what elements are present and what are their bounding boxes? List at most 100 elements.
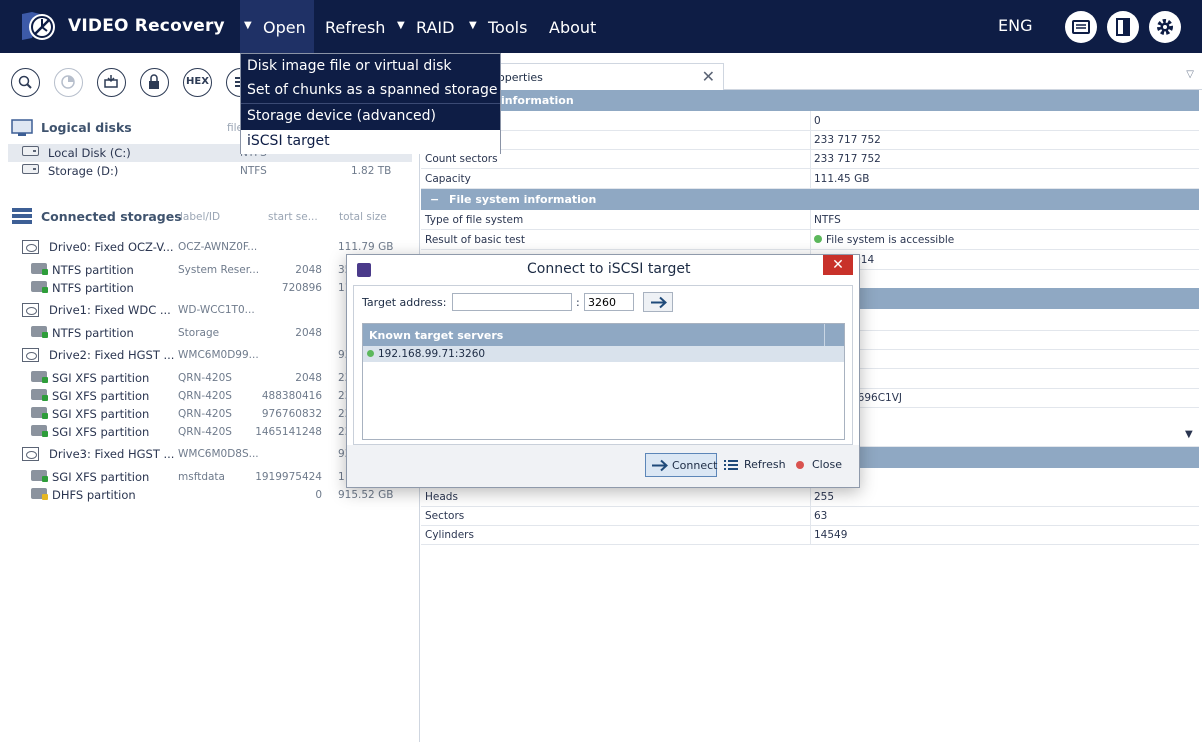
property-key: Count sectors <box>425 153 498 165</box>
group-header-geometry[interactable] <box>857 447 1199 468</box>
menu-item-iscsi-target[interactable]: iSCSI target <box>241 130 500 154</box>
chevron-down-icon[interactable]: ▼ <box>1185 429 1193 440</box>
property-value: 111.45 GB <box>814 173 870 185</box>
dropdown-triangle-icon: ▼ <box>244 20 252 31</box>
arrow-right-icon <box>651 296 667 309</box>
refresh-button[interactable]: Refresh <box>722 453 787 477</box>
add-target-button[interactable] <box>643 292 673 312</box>
dialog-title-bar[interactable]: Connect to iSCSI target ✕ <box>347 255 859 285</box>
property-row[interactable]: Cylinders 14549 <box>421 525 1199 545</box>
menu-about[interactable]: About <box>549 0 596 53</box>
property-row[interactable]: Count sectors 233 717 752 <box>421 149 1199 169</box>
lock-icon <box>149 74 159 89</box>
menu-item-spanned-storage[interactable]: Set of chunks as a spanned storage <box>241 79 500 103</box>
dialog-close-button[interactable]: ✕ <box>823 255 853 275</box>
partition-icon <box>31 263 48 275</box>
image-disk-button[interactable] <box>97 68 126 97</box>
menu-item-storage-device[interactable]: Storage device (advanced) <box>241 105 500 129</box>
colon-separator: : <box>576 296 580 309</box>
panel-icon <box>1116 18 1130 36</box>
app-small-icon <box>357 263 371 277</box>
close-dot-icon <box>796 461 804 469</box>
col-header-label: label/ID <box>180 211 221 223</box>
known-servers-list: Known target servers 192.168.99.71:3260 <box>362 323 845 440</box>
connect-button[interactable]: Connect <box>645 453 717 477</box>
property-row[interactable]: 0 <box>421 111 1199 131</box>
property-value: NTFS <box>814 214 841 226</box>
logical-disk-row[interactable]: Storage (D:) NTFS 1.82 TB <box>0 162 419 180</box>
chart-button[interactable] <box>54 68 83 97</box>
iscsi-dialog: Connect to iSCSI target ✕ Target address… <box>346 254 860 488</box>
top-bar: VIDEO Recovery ▼ Open Refresh ▼ RAID ▼ T… <box>0 0 1202 53</box>
drive-icon <box>22 348 39 362</box>
property-row[interactable]: Type of file system NTFS <box>421 210 1199 230</box>
gear-icon <box>1157 19 1173 35</box>
menu-open[interactable]: ▼ Open <box>244 0 306 53</box>
known-servers-header: Known target servers <box>363 324 844 346</box>
property-value: 14549 <box>814 529 848 541</box>
partition-icon <box>31 407 48 419</box>
col-header-start: start se... <box>268 211 318 223</box>
property-value: 0 <box>814 115 821 127</box>
menu-tools[interactable]: ▼ Tools <box>469 0 527 53</box>
dialog-title: Connect to iSCSI target <box>527 261 691 277</box>
lock-button[interactable] <box>140 68 169 97</box>
dialog-footer: Connect Refresh Close <box>347 445 859 487</box>
group-header-information[interactable]: information <box>421 90 1199 111</box>
property-key: Capacity <box>425 173 471 185</box>
menu-item-disk-image[interactable]: Disk image file or virtual disk <box>241 55 500 79</box>
property-key: Heads <box>425 491 458 503</box>
arrow-right-icon <box>652 459 668 472</box>
search-button[interactable] <box>11 68 40 97</box>
target-address-input[interactable] <box>452 293 572 311</box>
group-header-device[interactable] <box>857 288 1199 309</box>
menu-raid[interactable]: ▼ RAID <box>397 0 454 53</box>
property-row[interactable]: Sectors 63 <box>421 506 1199 526</box>
property-row[interactable]: Capacity 111.45 GB <box>421 169 1199 189</box>
partition-icon <box>31 389 48 401</box>
hex-button[interactable]: HEX <box>183 68 212 97</box>
target-address-label: Target address: <box>362 296 447 309</box>
property-key: Type of file system <box>425 214 524 226</box>
property-value: 255 <box>814 491 835 503</box>
menu-refresh[interactable]: Refresh <box>325 0 385 53</box>
partition-icon <box>31 281 48 293</box>
property-row[interactable]: 233 717 752 <box>421 130 1199 150</box>
status-ok-icon <box>814 235 822 243</box>
log-button[interactable] <box>1065 11 1097 43</box>
monitor-icon <box>11 119 33 136</box>
search-icon <box>18 75 32 89</box>
app-logo-icon <box>22 12 55 40</box>
property-value: File system is accessible <box>814 234 954 246</box>
dropdown-triangle-icon: ▼ <box>469 20 477 31</box>
status-dot-icon <box>367 350 374 357</box>
dialog-body: Target address: : Known target servers 1… <box>353 285 853 445</box>
drive-icon <box>22 303 39 317</box>
partition-icon <box>31 488 48 500</box>
chevron-down-icon[interactable]: ▽ <box>1186 69 1194 80</box>
partition-icon <box>31 425 48 437</box>
property-value: 63 <box>814 510 828 522</box>
partition-icon <box>31 470 48 482</box>
disk-icon <box>22 164 39 174</box>
property-value: 233 717 752 <box>814 134 881 146</box>
col-header-size: total size <box>339 211 387 223</box>
partition-icon <box>31 326 48 338</box>
group-header-file-system[interactable]: − File system information <box>421 189 1199 210</box>
pie-chart-icon <box>61 75 75 89</box>
app-title: VIDEO Recovery <box>68 16 225 36</box>
close-icon[interactable]: ✕ <box>702 67 715 86</box>
property-row[interactable]: Heads 255 <box>421 487 1199 507</box>
server-list-item[interactable]: 192.168.99.71:3260 <box>363 346 844 362</box>
property-row[interactable]: Result of basic test File system is acces… <box>421 230 1199 250</box>
close-button[interactable]: Close <box>794 453 846 477</box>
log-icon <box>1072 20 1090 34</box>
settings-button[interactable] <box>1149 11 1181 43</box>
storage-partition-row[interactable]: DHFS partition 0 915.52 GB <box>0 486 419 504</box>
port-input[interactable] <box>584 293 634 311</box>
logical-disks-title: Logical disks <box>41 120 132 135</box>
panel-toggle-button[interactable] <box>1107 11 1139 43</box>
property-value: 233 717 752 <box>814 153 881 165</box>
language-selector[interactable]: ENG <box>998 16 1032 35</box>
tab-strip: operties ✕ ▽ <box>421 63 1202 90</box>
